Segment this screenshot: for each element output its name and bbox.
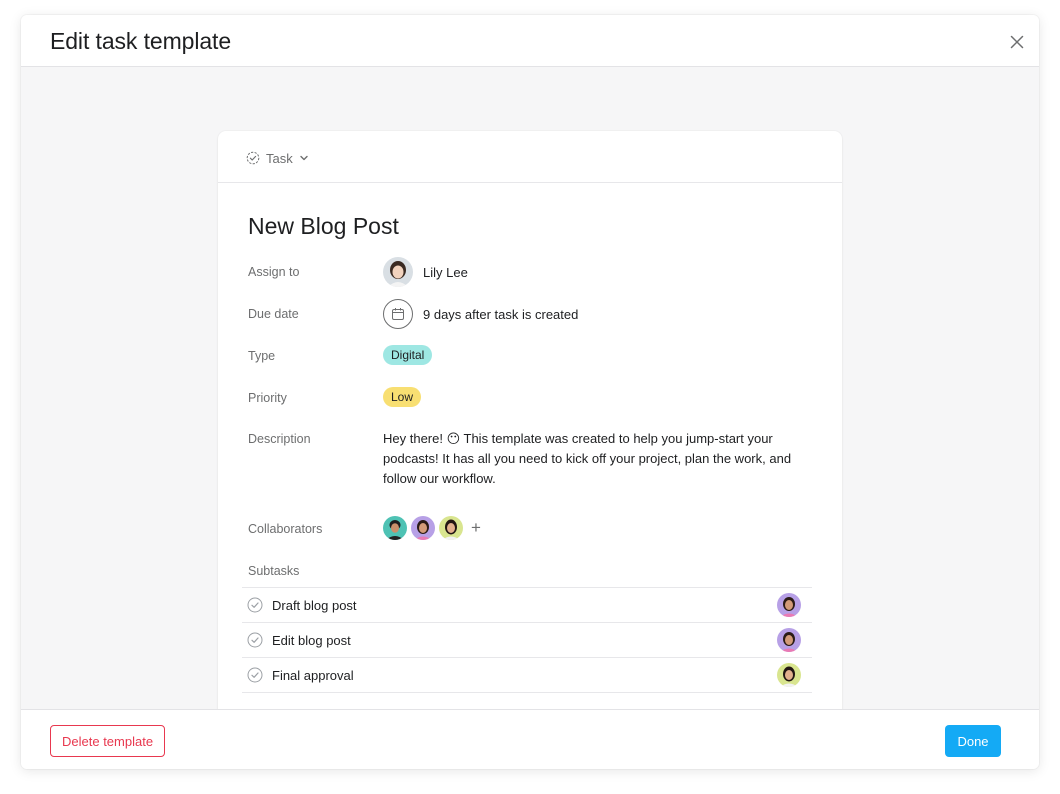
subtasks-label: Subtasks <box>248 564 300 578</box>
card-toolbar: Task <box>218 131 842 183</box>
modal-footer: Delete template Done <box>21 709 1039 769</box>
modal-title: Edit task template <box>50 28 232 54</box>
subtask-assignee-avatar[interactable] <box>777 663 801 687</box>
type-field[interactable]: Digital <box>383 345 433 365</box>
subtask-list: Draft blog post Edit blog post Final app… <box>242 587 812 693</box>
delete-template-button[interactable]: Delete template <box>50 725 166 757</box>
collaborators-list: + <box>383 516 481 540</box>
subtask-name: Final approval <box>272 667 354 683</box>
collaborators-label: Collaborators <box>248 522 323 536</box>
priority-label: Priority <box>248 391 287 405</box>
done-button[interactable]: Done <box>945 725 1001 757</box>
task-type-dropdown[interactable]: Task <box>246 148 309 168</box>
chevron-down-icon <box>299 153 309 163</box>
subtask-assignee-avatar[interactable] <box>777 593 801 617</box>
edit-task-template-modal: Edit task template Task New Blog Post As… <box>21 15 1039 769</box>
type-label: Type <box>248 349 276 363</box>
task-title[interactable]: New Blog Post <box>248 213 399 240</box>
check-circle-icon[interactable] <box>247 667 263 683</box>
content-area[interactable]: Task New Blog Post Assign to Lily Lee Du… <box>21 68 1039 709</box>
task-template-card: Task New Blog Post Assign to Lily Lee Du… <box>218 131 842 709</box>
collaborator-avatar[interactable] <box>383 516 407 540</box>
calendar-icon <box>383 299 413 329</box>
check-circle-icon[interactable] <box>247 632 263 648</box>
assignee-name: Lily Lee <box>423 264 468 280</box>
assignee-field[interactable]: Lily Lee <box>383 257 468 287</box>
subtask-name: Draft blog post <box>272 597 357 613</box>
description-text[interactable]: Hey there! 😶 This template was created t… <box>383 429 803 489</box>
type-pill: Digital <box>383 345 433 365</box>
subtask-row[interactable]: Draft blog post <box>242 588 812 623</box>
priority-pill: Low <box>383 387 422 407</box>
subtask-assignee-avatar[interactable] <box>777 628 801 652</box>
subtask-row[interactable]: Edit blog post <box>242 623 812 658</box>
subtask-name: Edit blog post <box>272 632 351 648</box>
subtask-row[interactable]: Final approval <box>242 658 812 693</box>
description-label: Description <box>248 432 311 446</box>
check-circle-icon[interactable] <box>247 597 263 613</box>
due-date-label: Due date <box>248 307 299 321</box>
add-collaborator-plus-icon[interactable]: + <box>471 519 481 536</box>
due-date-field[interactable]: 9 days after task is created <box>383 299 578 329</box>
collaborator-avatar[interactable] <box>411 516 435 540</box>
due-date-value: 9 days after task is created <box>423 306 579 322</box>
check-circle-icon <box>246 151 260 165</box>
close-icon[interactable] <box>1005 30 1029 54</box>
priority-field[interactable]: Low <box>383 387 422 407</box>
task-type-label: Task <box>266 150 293 166</box>
assign-to-label: Assign to <box>248 265 300 279</box>
collaborator-avatar[interactable] <box>439 516 463 540</box>
avatar <box>383 257 413 287</box>
modal-header: Edit task template <box>21 15 1039 67</box>
